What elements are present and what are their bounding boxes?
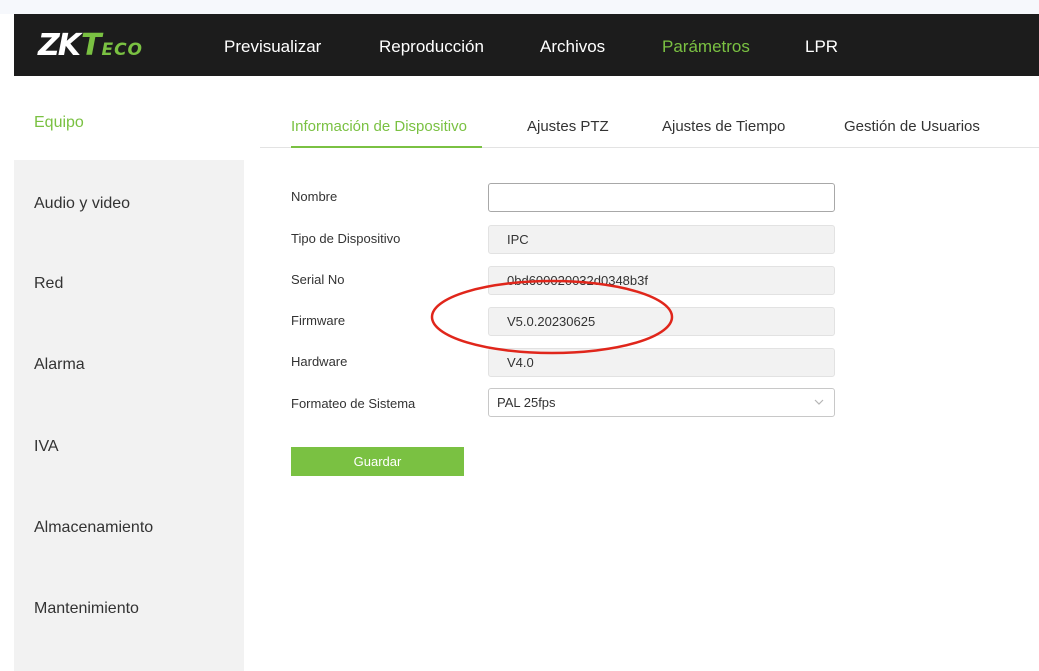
sidebar-item-alarma[interactable]: Alarma [34, 356, 85, 374]
device-type-label: Tipo de Dispositivo [291, 231, 401, 246]
firmware-label: Firmware [291, 313, 346, 328]
nav-lpr[interactable]: LPR [805, 37, 838, 57]
top-navbar: ZK T ECO Previsualizar Reproducción Archiv… [14, 14, 1039, 76]
sidebar-item-equipo[interactable]: Equipo [34, 114, 84, 132]
tab-ajustes-tiempo[interactable]: Ajustes de Tiempo [662, 118, 785, 135]
tab-informacion-dispositivo[interactable]: Información de Dispositivo [291, 118, 467, 135]
zkteco-logo: ZK T ECO [38, 28, 144, 63]
sidebar-item-red[interactable]: Red [34, 275, 63, 293]
nav-archivos[interactable]: Archivos [540, 37, 605, 57]
sidebar-item-mantenimiento[interactable]: Mantenimiento [34, 600, 139, 618]
nav-parametros[interactable]: Parámetros [662, 37, 750, 57]
serial-label: Serial No [291, 272, 345, 287]
name-label: Nombre [291, 189, 338, 204]
sidebar-item-iva[interactable]: IVA [34, 438, 59, 456]
sidebar: Equipo Audio y video Red Alarma IVA Alma… [14, 76, 244, 671]
hardware-label: Hardware [291, 354, 348, 369]
system-format-select[interactable]: PAL 25fps [488, 388, 835, 417]
sidebar-item-almacenamiento[interactable]: Almacenamiento [34, 519, 153, 537]
sidebar-item-audio-video[interactable]: Audio y video [34, 195, 130, 213]
device-type-value: IPC [488, 225, 835, 254]
top-margin [0, 0, 1039, 14]
save-button[interactable]: Guardar [291, 447, 464, 476]
tab-ajustes-ptz[interactable]: Ajustes PTZ [527, 118, 609, 135]
chevron-down-icon [814, 399, 824, 405]
serial-value: 0bd600020032d0348b3f [488, 266, 835, 295]
system-format-label: Formateo de Sistema [291, 396, 416, 411]
hardware-value: V4.0 [488, 348, 835, 377]
tab-gestion-usuarios[interactable]: Gestión de Usuarios [844, 118, 980, 135]
system-format-value: PAL 25fps [497, 395, 556, 410]
active-tab-indicator [291, 146, 482, 148]
nav-previsualizar[interactable]: Previsualizar [224, 37, 321, 57]
name-input[interactable] [488, 183, 835, 212]
firmware-value: V5.0.20230625 [488, 307, 835, 336]
nav-reproduccion[interactable]: Reproducción [379, 37, 484, 57]
